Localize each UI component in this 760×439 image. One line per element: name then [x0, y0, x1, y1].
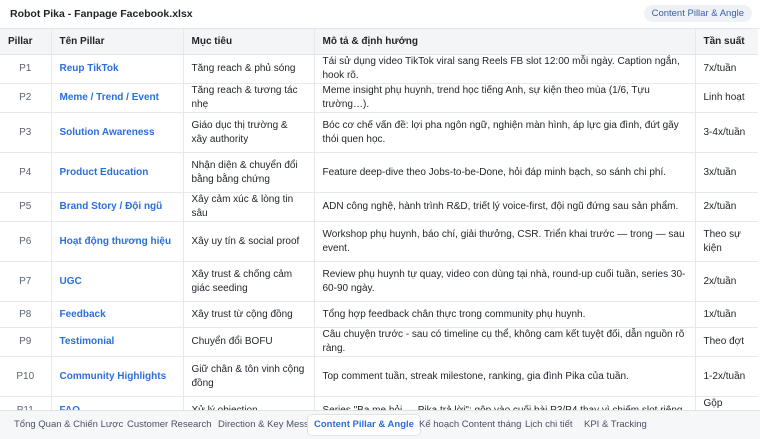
- table-row: P4 Product Education Nhận diện & chuyển …: [0, 152, 758, 193]
- table-row: P2 Meme / Trend / Event Tăng reach & tươ…: [0, 83, 758, 113]
- cell-pillar[interactable]: P2: [0, 83, 52, 113]
- cell-frequency[interactable]: 2x/tuần: [695, 261, 758, 302]
- cell-frequency[interactable]: Theo sự kiện: [695, 221, 758, 262]
- cell-frequency[interactable]: 3-4x/tuần: [695, 112, 758, 153]
- cell-goal[interactable]: Giữ chân & tôn vinh cộng đồng: [183, 356, 315, 397]
- column-header-pillar[interactable]: Pillar: [0, 29, 52, 55]
- table-row: P3 Solution Awareness Giáo dục thị trườn…: [0, 112, 758, 153]
- cell-goal[interactable]: Nhận diện & chuyển đổi bằng bằng chứng: [183, 152, 315, 193]
- table-row: P5 Brand Story / Đội ngũ Xây cảm xúc & l…: [0, 192, 758, 222]
- cell-pillar[interactable]: P7: [0, 261, 52, 302]
- cell-pillar[interactable]: P3: [0, 112, 52, 153]
- cell-description[interactable]: ADN công nghệ, hành trình R&D, triết lý …: [314, 192, 696, 222]
- cell-name[interactable]: Community Highlights: [51, 356, 184, 397]
- cell-goal[interactable]: Chuyển đổi BOFU: [183, 327, 315, 357]
- cell-frequency[interactable]: 1-2x/tuần: [695, 356, 758, 397]
- table-row: P10 Community Highlights Giữ chân & tôn …: [0, 356, 758, 397]
- cell-description[interactable]: Workshop phụ huynh, báo chí, giải thưởng…: [314, 221, 696, 262]
- active-sheet-badge: Content Pillar & Angle: [643, 5, 752, 22]
- cell-name[interactable]: Reup TikTok: [51, 54, 184, 84]
- sheet-tab-bar: Tổng Quan & Chiến Lược Customer Research…: [0, 410, 760, 439]
- cell-name[interactable]: Feedback: [51, 301, 184, 328]
- cell-frequency[interactable]: 2x/tuần: [695, 192, 758, 222]
- cell-goal[interactable]: Xây cảm xúc & lòng tin sâu: [183, 192, 315, 222]
- column-header-description[interactable]: Mô tả & định hướng: [314, 29, 696, 55]
- cell-description[interactable]: Câu chuyện trước - sau có timeline cụ th…: [314, 327, 696, 357]
- cell-name[interactable]: Solution Awareness: [51, 112, 184, 153]
- cell-name[interactable]: UGC: [51, 261, 184, 302]
- sheet-tab-content-pillar[interactable]: Content Pillar & Angle: [308, 415, 420, 435]
- pillar-table: Pillar Tên Pillar Mục tiêu Mô tả & định …: [0, 29, 758, 426]
- sheet-tab-kpi-tracking[interactable]: KPI & Tracking: [578, 415, 653, 435]
- cell-pillar[interactable]: P10: [0, 356, 52, 397]
- cell-pillar[interactable]: P9: [0, 327, 52, 357]
- cell-goal[interactable]: Xây trust & chống cảm giác seeding: [183, 261, 315, 302]
- table-row: P7 UGC Xây trust & chống cảm giác seedin…: [0, 261, 758, 302]
- table-row: P1 Reup TikTok Tăng reach & phủ sóng Tái…: [0, 54, 758, 84]
- sheet-tab-detailed-schedule[interactable]: Lịch chi tiết: [519, 415, 579, 435]
- column-header-name[interactable]: Tên Pillar: [51, 29, 184, 55]
- cell-pillar[interactable]: P6: [0, 221, 52, 262]
- cell-frequency[interactable]: 3x/tuần: [695, 152, 758, 193]
- cell-description[interactable]: Feature deep-dive theo Jobs-to-be-Done, …: [314, 152, 696, 193]
- sheet-tab-customer-research[interactable]: Customer Research: [121, 415, 217, 435]
- sheet-tab-content-plan[interactable]: Kế hoạch Content tháng: [413, 415, 527, 435]
- cell-frequency[interactable]: Theo đợt: [695, 327, 758, 357]
- cell-description[interactable]: Tái sử dụng video TikTok viral sang Reel…: [314, 54, 696, 84]
- file-title: Robot Pika - Fanpage Facebook.xlsx: [10, 8, 193, 20]
- table-row: P9 Testimonial Chuyển đổi BOFU Câu chuyệ…: [0, 327, 758, 357]
- cell-frequency[interactable]: Linh hoạt: [695, 83, 758, 113]
- column-header-goal[interactable]: Mục tiêu: [183, 29, 315, 55]
- cell-frequency[interactable]: 1x/tuần: [695, 301, 758, 328]
- cell-goal[interactable]: Giáo dục thị trường & xây authority: [183, 112, 315, 153]
- cell-description[interactable]: Review phụ huynh tự quay, video con dùng…: [314, 261, 696, 302]
- cell-pillar[interactable]: P1: [0, 54, 52, 84]
- table-row: P6 Hoạt động thương hiệu Xây uy tín & so…: [0, 221, 758, 262]
- cell-name[interactable]: Hoạt động thương hiệu: [51, 221, 184, 262]
- header-row: Pillar Tên Pillar Mục tiêu Mô tả & định …: [0, 29, 758, 55]
- cell-description[interactable]: Tổng hợp feedback chân thực trong commun…: [314, 301, 696, 328]
- title-bar: Robot Pika - Fanpage Facebook.xlsx Conte…: [0, 0, 760, 29]
- sheet-tab-overview[interactable]: Tổng Quan & Chiến Lược: [8, 415, 129, 435]
- cell-description[interactable]: Top comment tuần, streak milestone, rank…: [314, 356, 696, 397]
- cell-goal[interactable]: Xây uy tín & social proof: [183, 221, 315, 262]
- sheet-tab-direction-key-mess[interactable]: Direction & Key Mess: [212, 415, 315, 435]
- cell-pillar[interactable]: P4: [0, 152, 52, 193]
- cell-description[interactable]: Bóc cơ chế vấn đề: lợi pha ngôn ngữ, ngh…: [314, 112, 696, 153]
- cell-pillar[interactable]: P5: [0, 192, 52, 222]
- cell-frequency[interactable]: 7x/tuần: [695, 54, 758, 84]
- cell-description[interactable]: Meme insight phụ huynh, trend học tiếng …: [314, 83, 696, 113]
- table-row: P8 Feedback Xây trust từ cộng đồng Tổng …: [0, 301, 758, 328]
- cell-name[interactable]: Product Education: [51, 152, 184, 193]
- column-header-frequency[interactable]: Tần suất: [695, 29, 758, 55]
- cell-goal[interactable]: Tăng reach & phủ sóng: [183, 54, 315, 84]
- cell-pillar[interactable]: P8: [0, 301, 52, 328]
- cell-name[interactable]: Meme / Trend / Event: [51, 83, 184, 113]
- cell-goal[interactable]: Tăng reach & tương tác nhẹ: [183, 83, 315, 113]
- cell-goal[interactable]: Xây trust từ cộng đồng: [183, 301, 315, 328]
- cell-name[interactable]: Testimonial: [51, 327, 184, 357]
- cell-name[interactable]: Brand Story / Đội ngũ: [51, 192, 184, 222]
